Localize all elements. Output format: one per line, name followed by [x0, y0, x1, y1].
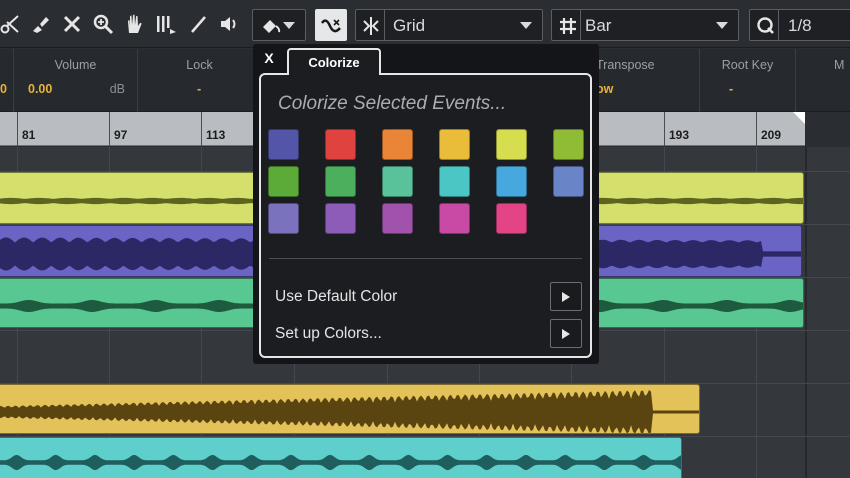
color-swatch[interactable]	[325, 203, 356, 234]
color-swatch[interactable]	[325, 166, 356, 197]
color-swatch[interactable]	[382, 129, 413, 160]
infoline-value: 0	[0, 82, 7, 96]
infoline-column[interactable]: M	[796, 49, 850, 112]
ruler-label: 113	[206, 128, 226, 142]
infoline-unit: dB	[109, 82, 125, 96]
use-default-color-button[interactable]	[550, 282, 582, 311]
close-icon[interactable]: X	[261, 49, 277, 67]
quantize-value-select[interactable]: 1/8	[749, 9, 850, 41]
infoline-header: Lock	[186, 58, 213, 72]
color-tool-button[interactable]	[252, 9, 306, 41]
snap-mode-icon	[363, 17, 379, 35]
play-arrow-icon	[562, 328, 570, 339]
mute-icon[interactable]	[122, 9, 146, 39]
ruler-label: 193	[669, 128, 690, 142]
snap-type-value: Grid	[393, 16, 426, 35]
infoline-root-key[interactable]: Root Key -	[700, 49, 796, 112]
color-swatch[interactable]	[268, 203, 299, 234]
waveform	[0, 390, 699, 433]
color-swatch[interactable]	[496, 129, 527, 160]
snap-icon	[320, 19, 341, 33]
divider	[269, 258, 582, 259]
zoom-icon[interactable]	[91, 9, 115, 39]
ruler-label: 97	[114, 128, 128, 142]
speaker-icon[interactable]	[217, 9, 243, 39]
color-swatch[interactable]	[496, 166, 527, 197]
infoline-lock[interactable]: Lock -	[138, 49, 262, 112]
tab-colorize[interactable]: Colorize	[287, 48, 381, 75]
infoline-header: Transpose	[596, 58, 655, 72]
quantize-mode-value: Bar	[585, 16, 612, 35]
infoline-column[interactable]: 0	[0, 49, 14, 112]
infoline-header: Root Key	[721, 58, 774, 72]
audio-event[interactable]	[0, 437, 682, 478]
snap-toggle[interactable]	[315, 9, 347, 41]
color-swatch[interactable]	[553, 166, 584, 197]
quantize-mode-select[interactable]: Bar	[551, 9, 739, 41]
waveform	[0, 454, 681, 471]
ruler-background	[805, 112, 850, 146]
chevron-down-icon	[520, 22, 532, 29]
infoline-value: 0.00	[28, 82, 53, 96]
project-end-marker	[793, 112, 805, 124]
play-arrow-icon	[562, 291, 570, 302]
toolbar: Grid Bar 1/8	[0, 0, 850, 48]
infoline-value: -	[197, 82, 202, 96]
ruler-label: 81	[22, 128, 36, 142]
set-up-colors-button[interactable]	[550, 319, 582, 348]
infoline-volume[interactable]: Volume 0.00 dB	[14, 49, 138, 112]
quantize-value: 1/8	[788, 16, 812, 35]
ruler-label: 209	[761, 128, 782, 142]
grid-hash-icon	[560, 18, 576, 34]
colorize-panel: Colorize Selected Events... Use Default …	[259, 73, 592, 358]
use-default-color-item[interactable]: Use Default Color	[275, 288, 397, 306]
chevron-down-icon	[283, 22, 295, 29]
infoline-header: Volume	[54, 58, 97, 72]
quantize-q-icon	[757, 17, 774, 34]
color-swatch[interactable]	[496, 203, 527, 234]
color-swatch[interactable]	[268, 129, 299, 160]
glue-icon[interactable]	[28, 9, 52, 39]
color-swatch[interactable]	[439, 166, 470, 197]
color-swatch[interactable]	[382, 166, 413, 197]
infoline-value: -	[729, 82, 734, 96]
color-swatch[interactable]	[439, 203, 470, 234]
set-up-colors-item[interactable]: Set up Colors...	[275, 325, 382, 343]
erase-icon[interactable]	[60, 9, 84, 39]
color-swatch[interactable]	[439, 129, 470, 160]
audio-event[interactable]	[0, 384, 700, 434]
split-icon[interactable]	[0, 9, 22, 39]
cubase-project-window: Grid Bar 1/8 0 Volume 0.00 dB Lock - Tra…	[0, 0, 850, 478]
color-swatch[interactable]	[268, 166, 299, 197]
chevron-down-icon	[716, 22, 728, 29]
colorize-title: Colorize Selected Events...	[278, 93, 507, 114]
time-warp-icon[interactable]	[153, 9, 179, 39]
color-swatch[interactable]	[382, 203, 413, 234]
color-bucket-icon	[263, 20, 281, 33]
infoline-header: M	[834, 58, 845, 72]
draw-icon[interactable]	[187, 9, 211, 39]
color-swatch[interactable]	[553, 129, 584, 160]
color-swatch[interactable]	[325, 129, 356, 160]
snap-type-select[interactable]: Grid	[355, 9, 543, 41]
